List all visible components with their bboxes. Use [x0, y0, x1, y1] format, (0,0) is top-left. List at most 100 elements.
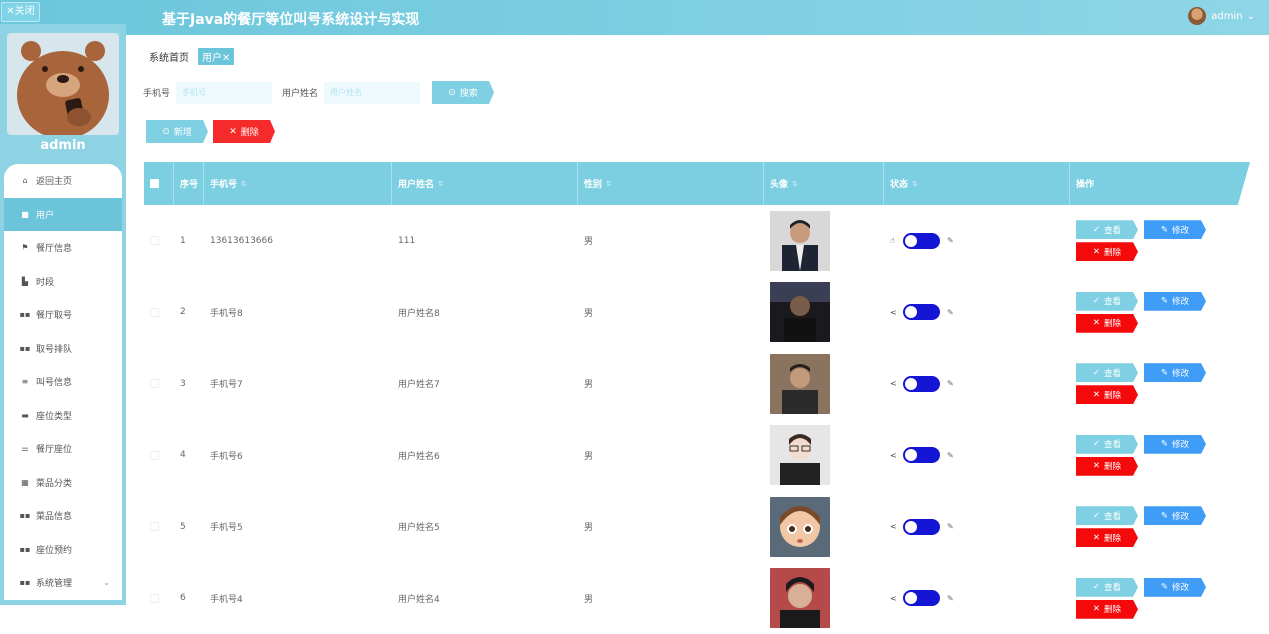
status-toggle[interactable] [903, 233, 940, 249]
edit-button[interactable]: ✎修改 [1144, 578, 1206, 597]
header-photo[interactable]: 头像⇅ [764, 162, 884, 205]
sidebar-item-dish-info[interactable]: ▪▪ 菜品信息 [4, 499, 122, 533]
delete-button[interactable]: ✕删除 [1076, 457, 1138, 476]
select-all-cell [144, 162, 174, 205]
row-checkbox[interactable] [150, 451, 159, 460]
phone-search-input[interactable] [176, 82, 272, 104]
toggle-knob [905, 235, 917, 247]
share-icon: < [890, 308, 902, 317]
user-photo [770, 282, 830, 342]
name-search-input[interactable] [324, 82, 420, 104]
delete-label: 删除 [1104, 317, 1121, 329]
edit-icon[interactable]: ✎ [947, 379, 954, 388]
user-menu[interactable]: admin ⌄ [1188, 7, 1255, 25]
view-label: 查看 [1104, 295, 1121, 307]
add-button[interactable]: ⊙ 新增 [146, 120, 208, 143]
row-ops-cell: ✓查看 ✎修改 ✕删除 [1070, 348, 1250, 420]
grid-icon: ▪▪ [19, 578, 31, 587]
table-row: 2 手机号8 用户姓名8 男 < ✎ ✓查看 ✎修改 ✕删除 [144, 277, 1250, 349]
header-phone[interactable]: 手机号⇅ [204, 162, 392, 205]
sidebar-item-label: 菜品分类 [36, 476, 72, 489]
edit-button[interactable]: ✎修改 [1144, 435, 1206, 454]
toggle-knob [905, 449, 917, 461]
row-sex: 男 [578, 563, 764, 634]
row-check-cell [144, 277, 174, 349]
check-icon: ✓ [1093, 582, 1100, 592]
row-checkbox[interactable] [150, 236, 159, 245]
chevron-down-icon: ⌄ [1247, 11, 1255, 22]
app-title: 基于Java的餐厅等位叫号系统设计与实现 [162, 9, 419, 29]
breadcrumb-home[interactable]: 系统首页 [149, 49, 189, 64]
row-check-cell [144, 563, 174, 634]
row-check-cell [144, 491, 174, 563]
sidebar-item-seats[interactable]: ⚌ 餐厅座位 [4, 432, 122, 466]
breadcrumb-current[interactable]: 用户✕ [198, 48, 234, 65]
status-toggle[interactable] [903, 590, 940, 606]
batch-delete-button[interactable]: ✕ 删除 [213, 120, 275, 143]
search-button[interactable]: ⊙ 搜索 [432, 81, 494, 104]
delete-button[interactable]: ✕删除 [1076, 385, 1138, 404]
row-sex: 男 [578, 205, 764, 277]
status-toggle[interactable] [903, 447, 940, 463]
sidebar-item-dish-category[interactable]: ▦ 菜品分类 [4, 466, 122, 500]
sidebar-item-system[interactable]: ▪▪ 系统管理 ⌄ [4, 566, 122, 600]
view-label: 查看 [1104, 510, 1121, 522]
header-status[interactable]: 状态⇅ [884, 162, 1070, 205]
select-all-checkbox[interactable] [150, 179, 159, 188]
row-name: 用户姓名4 [392, 563, 578, 634]
status-toggle[interactable] [903, 304, 940, 320]
sidebar-item-users[interactable]: ■ 用户 [4, 198, 122, 232]
check-icon: ✓ [1093, 225, 1100, 235]
row-checkbox[interactable] [150, 522, 159, 531]
view-label: 查看 [1104, 367, 1121, 379]
user-icon: ■ [19, 210, 31, 219]
row-checkbox[interactable] [150, 308, 159, 317]
view-button[interactable]: ✓查看 [1076, 506, 1138, 525]
edit-button[interactable]: ✎修改 [1144, 363, 1206, 382]
edit-icon[interactable]: ✎ [947, 594, 954, 603]
delete-button[interactable]: ✕删除 [1076, 600, 1138, 619]
delete-button[interactable]: ✕删除 [1076, 314, 1138, 333]
sidebar-item-label: 餐厅取号 [36, 308, 72, 321]
sidebar-item-call-info[interactable]: ≡ 叫号信息 [4, 365, 122, 399]
user-photo [770, 568, 830, 628]
close-button[interactable]: ✕关闭 [1, 2, 40, 22]
list-icon: ≡ [19, 377, 31, 386]
row-checkbox[interactable] [150, 379, 159, 388]
sort-icon: ⇅ [241, 180, 247, 188]
sidebar-item-queue[interactable]: ▪▪ 取号排队 [4, 332, 122, 366]
status-toggle[interactable] [903, 376, 940, 392]
view-button[interactable]: ✓查看 [1076, 220, 1138, 239]
view-button[interactable]: ✓查看 [1076, 363, 1138, 382]
edit-button[interactable]: ✎修改 [1144, 220, 1206, 239]
header-sex[interactable]: 性别⇅ [578, 162, 764, 205]
delete-button[interactable]: ✕删除 [1076, 528, 1138, 547]
status-toggle[interactable] [903, 519, 940, 535]
sidebar-item-home[interactable]: ⌂ 返回主页 [4, 164, 122, 198]
sidebar-item-seat-type[interactable]: ▬ 座位类型 [4, 399, 122, 433]
sidebar-item-restaurant-info[interactable]: ⚑ 餐厅信息 [4, 231, 122, 265]
header-name[interactable]: 用户姓名⇅ [392, 162, 578, 205]
view-button[interactable]: ✓查看 [1076, 435, 1138, 454]
view-label: 查看 [1104, 438, 1121, 450]
row-checkbox[interactable] [150, 594, 159, 603]
edit-icon[interactable]: ✎ [947, 522, 954, 531]
grid-icon: ▦ [19, 478, 31, 487]
view-button[interactable]: ✓查看 [1076, 578, 1138, 597]
share-icon: < [890, 594, 902, 603]
delete-label: 删除 [1104, 460, 1121, 472]
delete-label: 删除 [1104, 532, 1121, 544]
profile-avatar [7, 33, 119, 135]
edit-button[interactable]: ✎修改 [1144, 292, 1206, 311]
edit-button[interactable]: ✎修改 [1144, 506, 1206, 525]
sidebar-item-time-slot[interactable]: ▙ 时段 [4, 265, 122, 299]
close-icon: ✕ [229, 127, 237, 137]
edit-icon[interactable]: ✎ [947, 236, 954, 245]
view-button[interactable]: ✓查看 [1076, 292, 1138, 311]
row-sex: 男 [578, 491, 764, 563]
sidebar-item-seat-booking[interactable]: ▪▪ 座位预约 [4, 533, 122, 567]
delete-button[interactable]: ✕删除 [1076, 242, 1138, 261]
sidebar-item-take-number[interactable]: ▪▪ 餐厅取号 [4, 298, 122, 332]
edit-icon[interactable]: ✎ [947, 451, 954, 460]
edit-icon[interactable]: ✎ [947, 308, 954, 317]
